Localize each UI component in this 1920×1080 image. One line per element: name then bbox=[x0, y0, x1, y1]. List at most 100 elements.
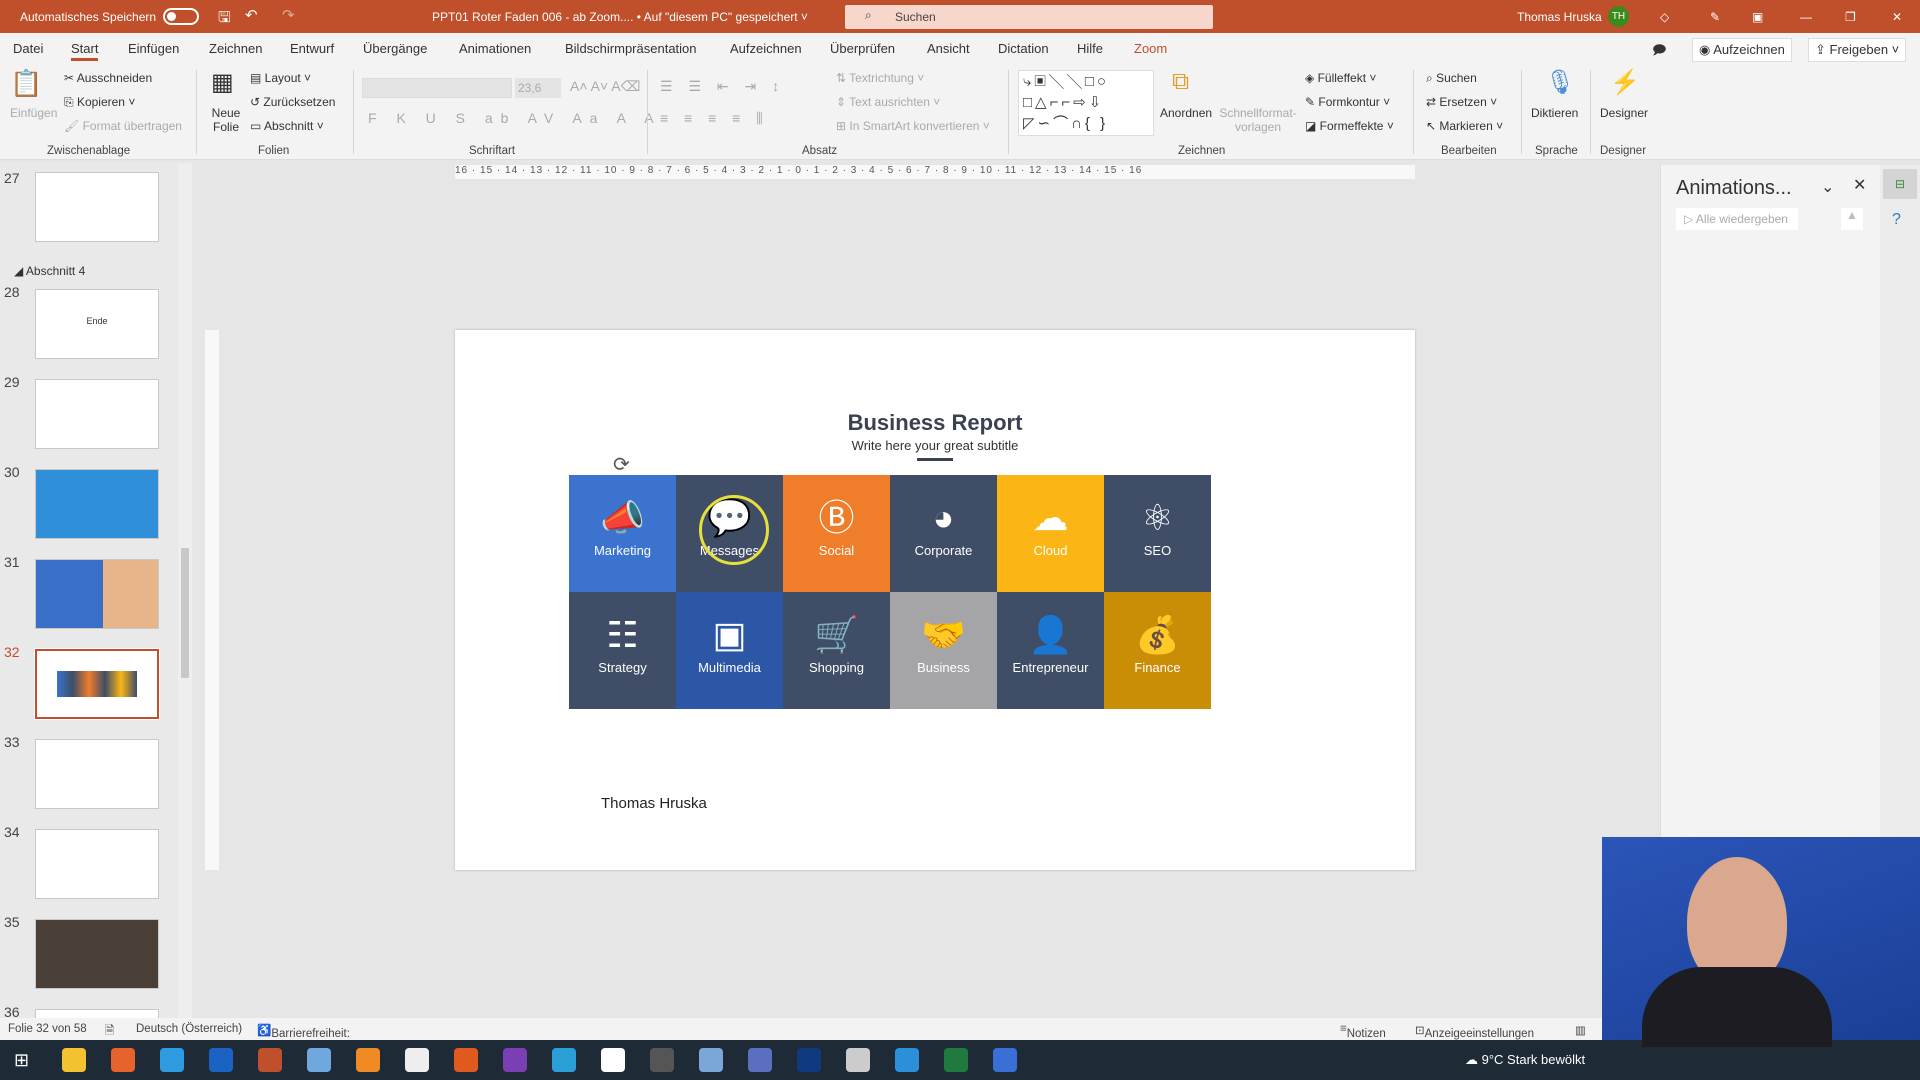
list-buttons[interactable]: ☰ ☰ ⇤ ⇥ ↕ bbox=[660, 78, 785, 95]
language[interactable]: Deutsch (Österreich) bbox=[136, 1023, 242, 1035]
restore-icon[interactable]: ❐ bbox=[1845, 10, 1856, 24]
slide-thumbnail-selected[interactable] bbox=[34, 648, 160, 720]
slide-thumbnail[interactable] bbox=[35, 739, 159, 809]
tab-datei[interactable]: Datei bbox=[13, 41, 43, 56]
tile-multimedia[interactable]: ▣ Multimedia bbox=[676, 592, 783, 709]
slide-thumbnail[interactable] bbox=[35, 172, 159, 242]
tab-ueberpruefen[interactable]: Überprüfen bbox=[830, 41, 895, 56]
format-painter-button[interactable]: 🖌 Format übertragen bbox=[64, 119, 182, 133]
align-text-button[interactable]: ⇕ Text ausrichten ˅ bbox=[836, 95, 940, 109]
dictate-button[interactable]: Diktieren bbox=[1531, 106, 1578, 120]
record-button[interactable]: ◉ Aufzeichnen bbox=[1692, 38, 1792, 62]
slide-thumbnail[interactable] bbox=[35, 469, 159, 539]
tab-hilfe[interactable]: Hilfe bbox=[1077, 41, 1103, 56]
close-icon[interactable]: ✕ bbox=[1853, 175, 1866, 195]
tab-einfuegen[interactable]: Einfügen bbox=[128, 41, 179, 56]
section-header[interactable]: ◢ Abschnitt 4 bbox=[14, 264, 85, 278]
play-all-button[interactable]: ▷ Alle wiedergeben bbox=[1676, 208, 1798, 230]
document-title[interactable]: PPT01 Roter Faden 006 - ab Zoom.... • Au… bbox=[432, 10, 808, 24]
arrange-button[interactable]: Anordnen bbox=[1160, 106, 1212, 120]
slide-thumbnail[interactable] bbox=[35, 379, 159, 449]
slide-author[interactable]: Thomas Hruska bbox=[601, 795, 707, 812]
slide-subtitle[interactable]: Write here your great subtitle bbox=[455, 438, 1415, 453]
effects-button[interactable]: ◪ Formeffekte ˅ bbox=[1305, 119, 1394, 133]
taskbar-app-icon[interactable] bbox=[160, 1048, 184, 1072]
tab-aufzeichnen[interactable]: Aufzeichnen bbox=[730, 41, 802, 56]
minimize-icon[interactable]: — bbox=[1800, 10, 1812, 24]
tile-corporate[interactable]: ◕ Corporate bbox=[890, 475, 997, 592]
taskbar-app-icon[interactable] bbox=[405, 1048, 429, 1072]
taskbar-app-icon[interactable] bbox=[503, 1048, 527, 1072]
taskbar-app-icon[interactable] bbox=[111, 1048, 135, 1072]
windows-start-icon[interactable]: ⊞ bbox=[14, 1050, 29, 1071]
tab-dictation[interactable]: Dictation bbox=[998, 41, 1049, 56]
tile-strategy[interactable]: ☷ Strategy bbox=[569, 592, 676, 709]
copy-button[interactable]: ⎘ Kopieren ˅ bbox=[64, 95, 135, 110]
taskbar-app-icon[interactable] bbox=[62, 1048, 86, 1072]
layout-button[interactable]: ▤ Layout ˅ bbox=[250, 71, 311, 85]
taskbar-app-icon[interactable] bbox=[356, 1048, 380, 1072]
tab-bildschirmpraesentation[interactable]: Bildschirmpräsentation bbox=[565, 41, 697, 56]
accessibility-button[interactable]: ♿ Barrierefreiheit: Untersuchen bbox=[257, 1023, 350, 1052]
tab-zoom[interactable]: Zoom bbox=[1134, 41, 1167, 56]
quick-styles-button[interactable]: Schnellformat-vorlagen bbox=[1218, 106, 1298, 134]
chevron-down-icon[interactable]: ⌄ bbox=[1821, 177, 1834, 197]
tab-entwurf[interactable]: Entwurf bbox=[290, 41, 334, 56]
taskbar-app-icon[interactable] bbox=[650, 1048, 674, 1072]
close-icon[interactable]: ✕ bbox=[1892, 10, 1902, 24]
tile-marketing[interactable]: 📣 Marketing bbox=[569, 475, 676, 592]
ribbon-display-icon[interactable]: ▣ bbox=[1752, 10, 1763, 24]
font-format-buttons[interactable]: F K U S ab AV Aa A A bbox=[368, 110, 662, 126]
taskbar-app-icon[interactable] bbox=[552, 1048, 576, 1072]
slide-thumbnail[interactable] bbox=[35, 829, 159, 899]
tab-animationen[interactable]: Animationen bbox=[459, 41, 531, 56]
taskbar-app-icon[interactable] bbox=[454, 1048, 478, 1072]
tile-seo[interactable]: ⚛ SEO bbox=[1104, 475, 1211, 592]
select-button[interactable]: ↖ Markieren ˅ bbox=[1426, 119, 1503, 133]
tile-social[interactable]: Ⓑ Social bbox=[783, 475, 890, 592]
comments-icon[interactable]: 🗩 bbox=[1652, 41, 1666, 63]
fill-button[interactable]: ◈ Fülleffekt ˅ bbox=[1305, 71, 1376, 85]
shapes-gallery[interactable]: ⤷▣╲╲□○ □△⌐⌐⇨⇩ ◸∽⌒∩{ } bbox=[1018, 70, 1154, 136]
slide-canvas[interactable]: Business Report Write here your great su… bbox=[455, 330, 1415, 870]
tab-uebergaenge[interactable]: Übergänge bbox=[363, 41, 427, 56]
help-icon[interactable]: ? bbox=[1892, 211, 1920, 229]
save-icon[interactable]: 🖫 bbox=[218, 7, 231, 32]
thumbnail-scrollbar[interactable] bbox=[178, 163, 192, 1018]
taskbar-app-icon[interactable] bbox=[944, 1048, 968, 1072]
taskbar-app-icon[interactable] bbox=[846, 1048, 870, 1072]
taskbar-app-icon[interactable] bbox=[895, 1048, 919, 1072]
outline-button[interactable]: ✎ Formkontur ˅ bbox=[1305, 95, 1390, 109]
search-box[interactable]: ⌕ Suchen bbox=[845, 5, 1213, 29]
slide-thumbnail[interactable]: Ende bbox=[35, 289, 159, 359]
tab-zeichnen[interactable]: Zeichnen bbox=[209, 41, 262, 56]
taskbar-app-icon[interactable] bbox=[699, 1048, 723, 1072]
designer-button[interactable]: Designer bbox=[1600, 106, 1648, 120]
paste-button[interactable]: Einfügen bbox=[10, 106, 57, 120]
find-button[interactable]: ⌕ Suchen bbox=[1426, 71, 1477, 86]
diamond-icon[interactable]: ◇ bbox=[1660, 10, 1669, 24]
slide-title[interactable]: Business Report bbox=[455, 410, 1415, 436]
taskbar-app-icon[interactable] bbox=[993, 1048, 1017, 1072]
tab-ansicht[interactable]: Ansicht bbox=[927, 41, 970, 56]
slide-thumbnail[interactable] bbox=[35, 559, 159, 629]
weather-widget[interactable]: ☁ 9°C Stark bewölkt bbox=[1465, 1052, 1585, 1068]
taskbar-app-icon[interactable] bbox=[307, 1048, 331, 1072]
taskbar-app-icon[interactable] bbox=[797, 1048, 821, 1072]
animation-pane-icon[interactable]: ⊟ bbox=[1883, 169, 1917, 199]
redo-icon[interactable]: ↷ bbox=[282, 6, 295, 24]
taskbar-app-icon[interactable] bbox=[748, 1048, 772, 1072]
font-grow-shrink-icons[interactable]: A˄ A˅ A⌫ bbox=[570, 78, 640, 95]
tile-business[interactable]: 🤝 Business bbox=[890, 592, 997, 709]
tile-cloud[interactable]: ☁ Cloud bbox=[997, 475, 1104, 592]
undo-icon[interactable]: ↶ bbox=[245, 6, 258, 24]
font-name-select[interactable] bbox=[362, 78, 512, 98]
reset-button[interactable]: ↺ Zurücksetzen bbox=[250, 95, 335, 109]
cut-button[interactable]: ✂ Ausschneiden bbox=[64, 71, 152, 85]
pen-icon[interactable]: ✎ bbox=[1710, 10, 1720, 24]
tile-shopping[interactable]: 🛒 Shopping bbox=[783, 592, 890, 709]
notes-button[interactable]: ≡ Notizen bbox=[1340, 1023, 1386, 1040]
tile-entrepreneur[interactable]: 👤 Entrepreneur bbox=[997, 592, 1104, 709]
replace-button[interactable]: ⇄ Ersetzen ˅ bbox=[1426, 95, 1497, 109]
tile-finance[interactable]: 💰 Finance bbox=[1104, 592, 1211, 709]
